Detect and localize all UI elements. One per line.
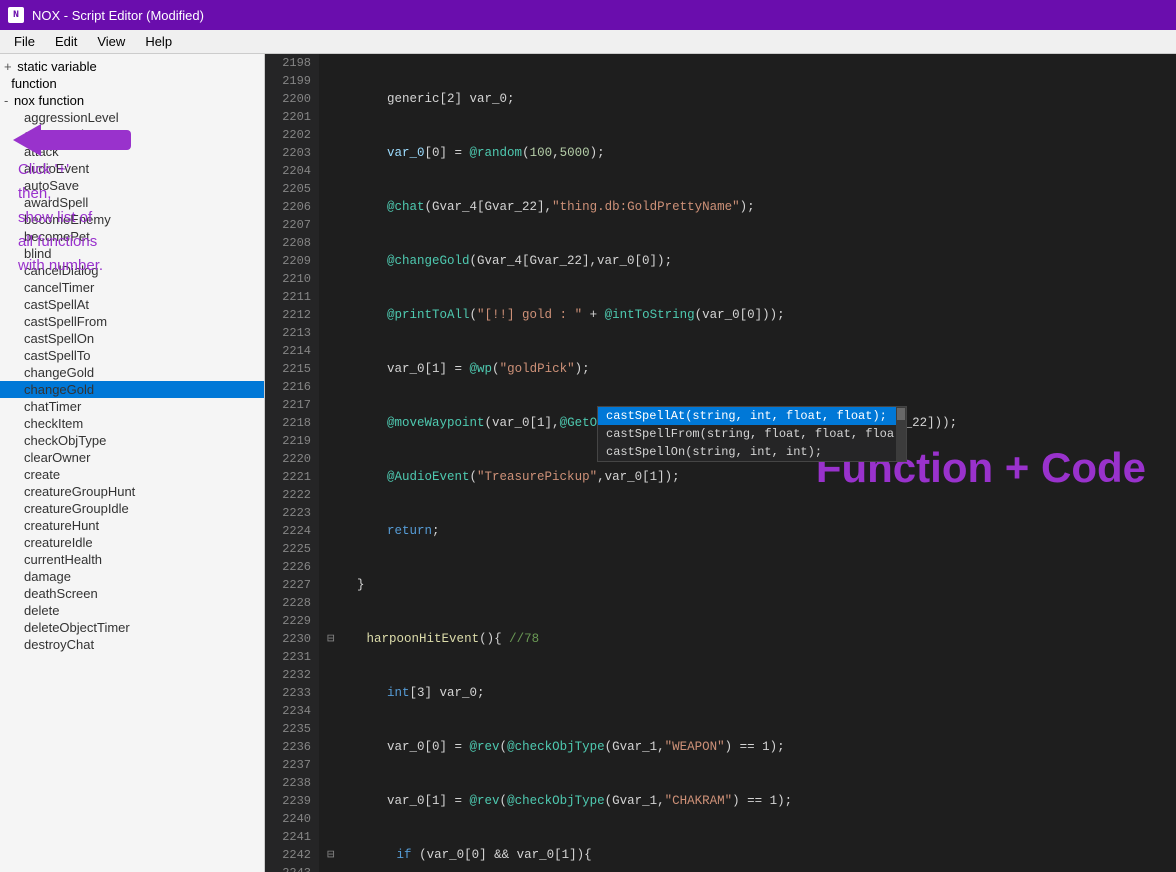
sidebar-item-function[interactable]: function [0,75,264,92]
sidebar-item-creatureHunt[interactable]: creatureHunt [0,517,264,534]
sidebar-item-cancelTimer[interactable]: cancelTimer [0,279,264,296]
menu-file[interactable]: File [4,32,45,51]
code-line-2201: @changeGold(Gvar_4[Gvar_22],var_0[0]); [327,252,1168,270]
sidebar-item-deathScreen[interactable]: deathScreen [0,585,264,602]
main-area: + static variable function - nox functio… [0,54,1176,872]
line-numbers: 2198219922002201 2202220322042205 220622… [265,54,319,872]
ac-item-castSpellFrom[interactable]: castSpellFrom(string, float, float, floa [598,425,906,443]
code-line-2207: } [327,576,1168,594]
sidebar-item-castSpellAt[interactable]: castSpellAt [0,296,264,313]
code-line-2198: generic[2] var_0; [327,90,1168,108]
sidebar-item-audioEvent[interactable]: audioEvent [0,160,264,177]
code-content[interactable]: generic[2] var_0; var_0[0] = @random(100… [319,54,1176,872]
app-icon: N [8,7,24,23]
code-area: 2198219922002201 2202220322042205 220622… [265,54,1176,872]
sidebar-item-changeGold[interactable]: changeGold [0,364,264,381]
sidebar-item-create[interactable]: create [0,466,264,483]
ac-item-castSpellAt[interactable]: castSpellAt(string, int, float, float); [598,407,906,425]
sidebar-item-autoSave[interactable]: autoSave [0,177,264,194]
sidebar-item-static-variable[interactable]: + static variable [0,58,264,75]
menubar: File Edit View Help [0,30,1176,54]
sidebar-item-chat[interactable]: changeGold [0,381,264,398]
sidebar-item-destroyChat[interactable]: destroyChat [0,636,264,653]
sidebar-item-delete[interactable]: delete [0,602,264,619]
code-editor[interactable]: 2198219922002201 2202220322042205 220622… [265,54,1176,872]
code-line-2199: var_0[0] = @random(100,5000); [327,144,1168,162]
code-line-2203: var_0[1] = @wp("goldPick"); [327,360,1168,378]
sidebar-item-creatureGroupIdle[interactable]: creatureGroupIdle [0,500,264,517]
sidebar-item-becomeEnemy[interactable]: becomeEnemy [0,211,264,228]
menu-edit[interactable]: Edit [45,32,87,51]
sidebar-item-deleteObjectTimer[interactable]: deleteObjectTimer [0,619,264,636]
sidebar-item-castSpellFrom[interactable]: castSpellFrom [0,313,264,330]
code-line-2205: @AudioEvent("TreasurePickup",var_0[1]); [327,468,1168,486]
sidebar-item-creatureGroupHunt[interactable]: creatureGroupHunt [0,483,264,500]
sidebar-item-becomePet[interactable]: becomePet [0,228,264,245]
sidebar-item-creatureIdle[interactable]: creatureIdle [0,534,264,551]
autocomplete-dropdown[interactable]: castSpellAt(string, int, float, float); … [597,406,907,462]
code-line-2212: ⊟ if (var_0[0] && var_0[1]){ [327,846,1168,864]
window-title: NOX - Script Editor (Modified) [32,8,204,23]
menu-view[interactable]: View [87,32,135,51]
autocomplete-scrollbar[interactable] [896,407,906,461]
code-line-2202: @printToAll("[!!] gold : " + @intToStrin… [327,306,1168,324]
sidebar-item-blind[interactable]: blind [0,245,264,262]
code-line-2209: int[3] var_0; [327,684,1168,702]
sidebar-item-attack[interactable]: attack [0,143,264,160]
sidebar: + static variable function - nox functio… [0,54,265,872]
code-line-2208: ⊟ harpoonHitEvent(){ //78 [327,630,1168,648]
ac-item-castSpellOn[interactable]: castSpellOn(string, int, int); [598,443,906,461]
titlebar: N NOX - Script Editor (Modified) [0,0,1176,30]
sidebar-item-damage[interactable]: damage [0,568,264,585]
sidebar-item-cancelDialog[interactable]: cancelDialog [0,262,264,279]
sidebar-item-castSpellTo[interactable]: castSpellTo [0,347,264,364]
sidebar-item-areOwnedBy[interactable]: areOwnedBy [0,126,264,143]
code-line-2206: return; [327,522,1168,540]
code-line-2211: var_0[1] = @rev(@checkObjType(Gvar_1,"CH… [327,792,1168,810]
sidebar-item-checkObjType[interactable]: checkObjType [0,432,264,449]
code-line-2200: @chat(Gvar_4[Gvar_22],"thing.db:GoldPret… [327,198,1168,216]
sidebar-item-castSpellOn[interactable]: castSpellOn [0,330,264,347]
sidebar-item-awardSpell[interactable]: awardSpell [0,194,264,211]
sidebar-item-aggressionLevel[interactable]: aggressionLevel [0,109,264,126]
scrollbar-thumb[interactable] [897,408,905,420]
sidebar-item-checkItem[interactable]: checkItem [0,415,264,432]
sidebar-item-currentHealth[interactable]: currentHealth [0,551,264,568]
sidebar-item-chatTimer[interactable]: chatTimer [0,398,264,415]
code-line-2210: var_0[0] = @rev(@checkObjType(Gvar_1,"WE… [327,738,1168,756]
menu-help[interactable]: Help [135,32,182,51]
sidebar-tree[interactable]: + static variable function - nox functio… [0,54,264,872]
sidebar-item-clearOwner[interactable]: clearOwner [0,449,264,466]
sidebar-item-nox-function[interactable]: - nox function [0,92,264,109]
